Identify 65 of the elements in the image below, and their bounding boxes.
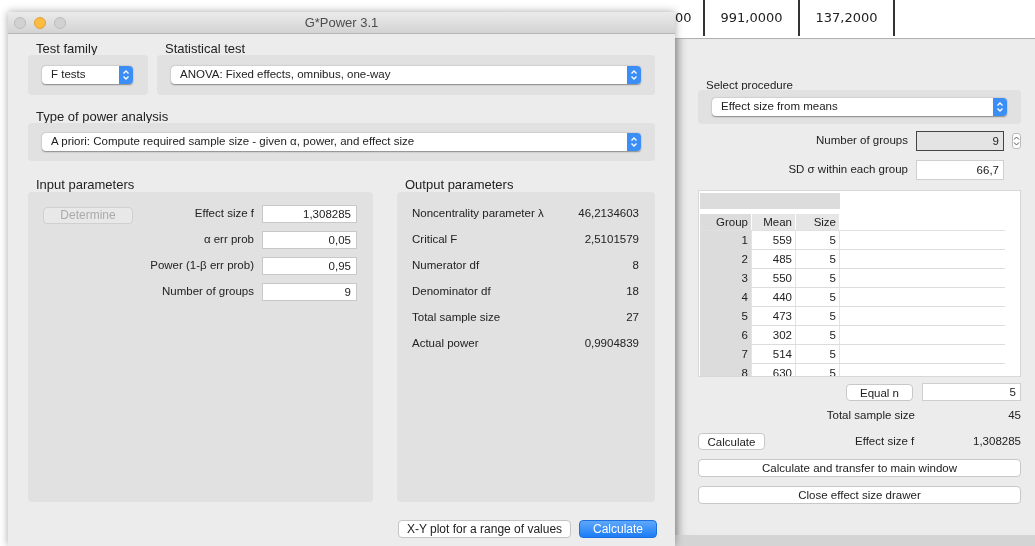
output-label: Numerator df xyxy=(412,258,480,274)
field-label: Effect size f xyxy=(193,206,255,222)
input-field[interactable]: 0,95 xyxy=(262,257,357,275)
group-label: Select procedure xyxy=(705,78,794,93)
dropdown[interactable]: A priori: Compute required sample size - given α, power, and effect size xyxy=(42,133,641,151)
input-field[interactable]: 9 xyxy=(262,283,357,301)
dropdown[interactable]: ANOVA: Fixed effects, omnibus, one-way xyxy=(171,66,641,84)
field-label: Effect size f xyxy=(855,433,916,449)
sheet-cell: 991,0000 xyxy=(705,0,800,36)
row-header: 1 xyxy=(700,231,752,249)
input-field[interactable]: 1,308285 xyxy=(262,205,357,223)
output-label: Critical F xyxy=(412,232,458,248)
column-header: Size xyxy=(796,214,840,230)
field-label: SD σ within each group xyxy=(787,162,909,178)
field-value: 45 xyxy=(1007,408,1021,424)
dropdown[interactable]: F tests xyxy=(42,66,133,84)
input-field[interactable]: 66,7 xyxy=(916,160,1004,180)
dropdown[interactable]: Effect size from means xyxy=(712,98,1007,116)
field-label: α err prob xyxy=(202,232,255,248)
stepper-icon xyxy=(627,133,641,151)
output-label: Denominator df xyxy=(412,284,491,300)
column-header: Group xyxy=(700,214,752,230)
close-drawer-button[interactable]: Close effect size drawer xyxy=(698,486,1021,504)
field-label: Number of groups xyxy=(160,284,255,300)
close-button[interactable] xyxy=(14,17,26,29)
input-field[interactable]: 9 xyxy=(916,131,1004,151)
stepper-icon xyxy=(119,66,133,84)
stepper-icon[interactable] xyxy=(1012,133,1021,149)
output-label: Noncentrality parameter λ xyxy=(412,206,544,222)
output-label: Actual power xyxy=(412,336,479,352)
input-field[interactable]: 0,05 xyxy=(262,231,357,249)
field-value: 1,308285 xyxy=(972,433,1021,449)
transfer-button[interactable]: Calculate and transfer to main window xyxy=(698,459,1021,477)
group-label: Output parameters xyxy=(404,176,515,192)
column-header: Mean xyxy=(752,214,796,230)
window-title: G*Power 3.1 xyxy=(304,13,379,32)
output-value: 0,9904839 xyxy=(584,336,639,352)
calculate-button[interactable]: Calculate xyxy=(698,433,765,450)
row-header: 6 xyxy=(700,326,752,344)
input-field[interactable]: 5 xyxy=(922,383,1021,401)
row-header: 7 xyxy=(700,345,752,363)
output-value: 46,2134603 xyxy=(578,206,639,222)
field-label: Total sample size xyxy=(825,408,915,424)
equal-n-button[interactable]: Equal n xyxy=(846,383,913,401)
zoom-button[interactable] xyxy=(54,17,66,29)
stepper-icon xyxy=(627,66,641,84)
output-value: 27 xyxy=(626,310,639,326)
field-label: Power (1-β err prob) xyxy=(149,258,255,274)
group-label: Type of power analysis xyxy=(35,108,170,124)
stepper-icon xyxy=(993,98,1007,116)
row-header: 5 xyxy=(700,307,752,325)
sheet-cell: 137,2000 xyxy=(800,0,895,36)
output-value: 8 xyxy=(632,258,639,274)
field-label: Number of groups xyxy=(814,133,909,149)
row-header: 2 xyxy=(700,250,752,268)
row-header: 4 xyxy=(700,288,752,306)
row-header: 3 xyxy=(700,269,752,287)
group-label: Statistical test xyxy=(164,40,247,56)
output-label: Total sample size xyxy=(412,310,501,326)
minimize-button[interactable] xyxy=(34,17,46,29)
output-value: 2,5101579 xyxy=(584,232,639,248)
xy-plot-button[interactable]: X-Y plot for a range of values xyxy=(398,520,571,538)
output-value: 18 xyxy=(626,284,639,300)
group-label: Test family xyxy=(35,40,99,56)
group-label: Input parameters xyxy=(35,176,136,192)
